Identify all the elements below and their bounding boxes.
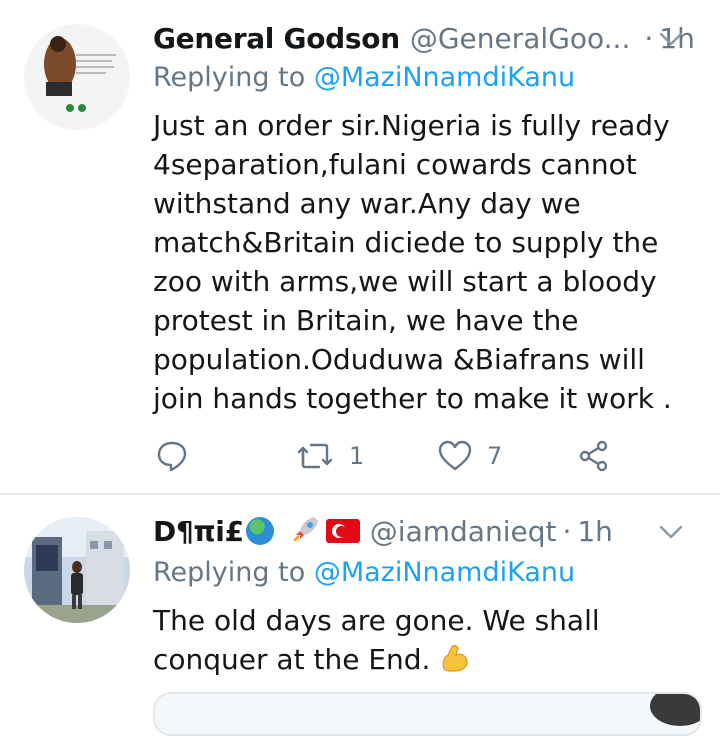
reply-icon <box>155 439 189 473</box>
user-handle[interactable]: @GeneralGoo... <box>410 22 631 55</box>
heart-icon <box>437 439 473 473</box>
separator: · <box>562 514 572 548</box>
retweet-count: 1 <box>349 442 365 470</box>
display-name[interactable]: General Godson <box>153 22 400 55</box>
display-name[interactable]: D¶πi£ <box>153 515 244 548</box>
chevron-down-icon[interactable] <box>656 517 686 547</box>
replying-to: Replying to @MaziNnamdiKanu <box>153 62 575 93</box>
globe-icon <box>245 517 274 545</box>
tweet-header: General Godson @GeneralGoo... · 1h <box>153 18 695 58</box>
separator: · <box>644 21 654 55</box>
mention-link[interactable]: @MaziNnamdiKanu <box>314 62 575 93</box>
tweet-text: Just an order sir.Nigeria is fully ready… <box>153 109 672 415</box>
tweet[interactable]: D¶πi£ @iamdanieqt · 1h Replying to @Mazi… <box>0 495 720 736</box>
tweet-text-container: The old days are gone. We shall conquer … <box>153 601 698 685</box>
timestamp[interactable]: 1h <box>577 515 613 548</box>
media-card[interactable] <box>153 692 702 736</box>
replying-to: Replying to @MaziNnamdiKanu <box>153 557 575 588</box>
like-button[interactable]: 7 <box>437 436 502 476</box>
tweet[interactable]: General Godson @GeneralGoo... · 1h Reply… <box>0 0 720 494</box>
flexed-biceps-icon <box>438 641 472 685</box>
mention-link[interactable]: @MaziNnamdiKanu <box>314 557 575 588</box>
tweet-actions: 1 7 <box>153 436 623 476</box>
replying-label: Replying to <box>153 557 306 588</box>
user-handle[interactable]: @iamdanieqt <box>370 515 557 548</box>
replying-label: Replying to <box>153 62 306 93</box>
avatar[interactable] <box>24 517 130 623</box>
like-count: 7 <box>487 442 503 470</box>
retweet-icon <box>295 439 335 473</box>
rocket-icon <box>292 513 322 550</box>
turkey-flag-icon <box>325 519 360 543</box>
avatar[interactable] <box>24 24 130 130</box>
retweet-button[interactable]: 1 <box>295 436 364 476</box>
share-icon <box>577 439 611 473</box>
chevron-down-icon[interactable] <box>656 24 686 54</box>
tweet-header: D¶πi£ @iamdanieqt · 1h <box>153 511 690 551</box>
share-button[interactable] <box>577 436 611 476</box>
tweet-text: The old days are gone. We shall conquer … <box>153 604 600 676</box>
reply-button[interactable] <box>155 436 203 476</box>
